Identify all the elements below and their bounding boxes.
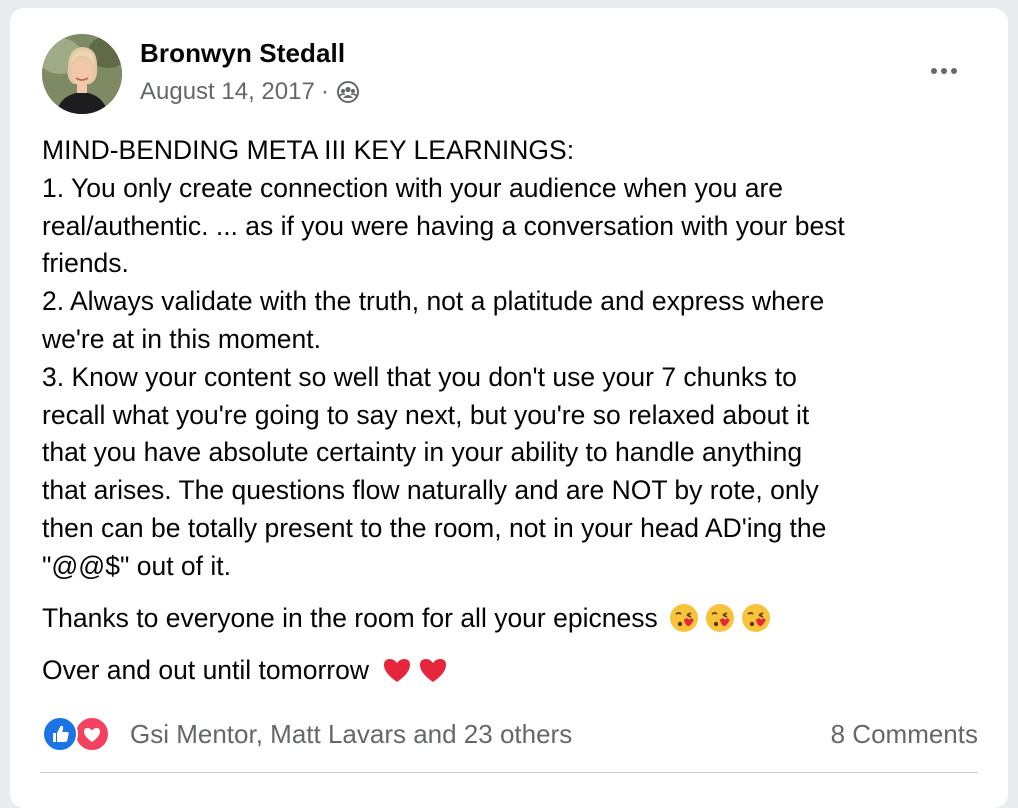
signoff-paragraph: Over and out until tomorrow [42,650,992,690]
more-options-icon [931,68,937,74]
post-date[interactable]: August 14, 2017 [140,78,315,106]
signoff-text: Over and out until tomorrow [42,654,369,685]
red-heart-emoji [419,658,446,682]
post-line: 1. You only create connection with your … [42,172,784,203]
post-meta: August 14, 2017 · [140,78,359,106]
author-avatar[interactable] [42,34,122,114]
face-blowing-kiss-emoji [705,603,734,632]
face-blowing-kiss-emoji [741,603,770,632]
post-text: MIND-BENDING META III KEY LEARNINGS: 1. … [42,132,992,586]
reactors-text[interactable]: Gsi Mentor, Matt Lavars and 23 others [130,719,572,750]
post-line: we're at in this moment. [42,323,322,354]
love-icon [74,716,110,752]
post-line: recall what you're going to say next, bu… [42,399,810,430]
post-line: that arises. The questions flow naturall… [42,475,819,506]
thanks-paragraph: Thanks to everyone in the room for all y… [42,598,992,638]
post-line: friends. [42,248,129,279]
comments-count[interactable]: 8 Comments [831,719,978,750]
post-line: 3. Know your content so well that you do… [42,361,797,392]
post-line: that you have absolute certainty in your… [42,437,803,468]
post-line: real/authentic. ... as if you were havin… [42,210,845,241]
post-line: 2. Always validate with the truth, not a… [42,286,825,317]
more-options-button[interactable] [920,56,968,86]
face-blowing-kiss-emoji [669,603,698,632]
author-name[interactable]: Bronwyn Stedall [140,38,345,69]
like-icon [42,716,78,752]
footer-divider [40,772,978,773]
reactions-summary[interactable]: Gsi Mentor, Matt Lavars and 23 others [42,716,572,752]
red-heart-emoji [383,658,410,682]
more-options-icon-dot [951,68,957,74]
friends-icon[interactable] [336,81,359,103]
thanks-text: Thanks to everyone in the room for all y… [42,602,658,633]
post-line: MIND-BENDING META III KEY LEARNINGS: [42,135,575,165]
reaction-icons [42,716,118,752]
post-body: MIND-BENDING META III KEY LEARNINGS: 1. … [42,132,992,690]
post-card: Bronwyn Stedall August 14, 2017 · MIND-B… [10,8,1008,808]
meta-separator: · [320,78,329,105]
post-header: Bronwyn Stedall August 14, 2017 · [40,30,978,122]
reactions-bar: Gsi Mentor, Matt Lavars and 23 others 8 … [42,712,978,756]
more-options-icon-dot [941,68,947,74]
post-line: "@@$" out of it. [42,550,231,581]
post-line: then can be totally present to the room,… [42,512,827,543]
